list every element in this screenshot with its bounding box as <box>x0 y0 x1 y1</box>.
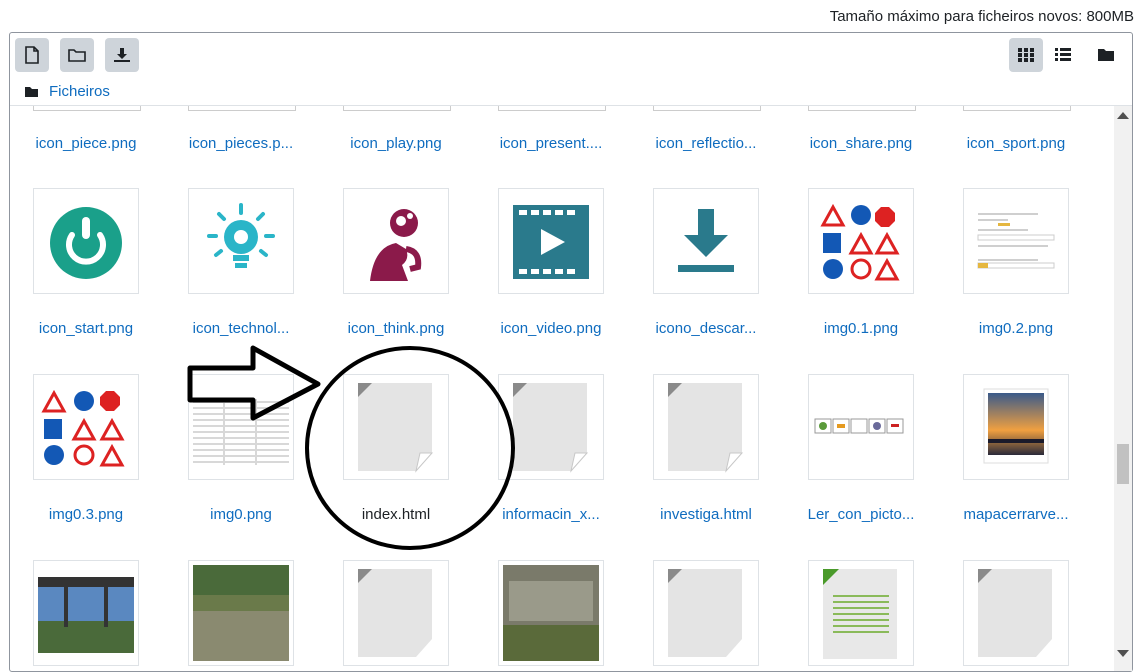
vertical-scrollbar[interactable] <box>1114 106 1132 671</box>
folder-icon <box>1098 49 1114 61</box>
file-name[interactable]: icon_play.png <box>326 135 466 152</box>
file-name[interactable]: icon_think.png <box>326 320 466 337</box>
file-grid: icon_piece.png icon_pieces.p... icon_pla… <box>10 106 1132 671</box>
file-name-index[interactable]: index.html <box>326 506 466 523</box>
file-name[interactable]: Ler_con_picto... <box>791 506 931 523</box>
thinking-person-icon <box>370 209 422 281</box>
file-thumbnail[interactable] <box>33 374 139 480</box>
breadcrumb: Ficheiros <box>24 83 110 100</box>
file-name[interactable]: icon_reflectio... <box>636 135 776 152</box>
pictogram-preview-icon <box>814 418 904 434</box>
traffic-signs-icon <box>41 389 125 467</box>
file-name[interactable]: icon_technol... <box>171 320 311 337</box>
file-thumbnail[interactable] <box>808 374 914 480</box>
video-icon <box>513 205 589 279</box>
file-thumbnail[interactable] <box>808 188 914 294</box>
add-file-button[interactable] <box>15 38 49 72</box>
create-folder-button[interactable] <box>60 38 94 72</box>
thumbnail-partial <box>963 106 1071 111</box>
scroll-thumb[interactable] <box>1117 444 1129 484</box>
file-name[interactable]: img0.2.png <box>946 320 1086 337</box>
thumbnail-partial <box>33 106 141 111</box>
breadcrumb-folder-link[interactable]: Ficheiros <box>49 83 110 100</box>
file-name[interactable]: icon_video.png <box>481 320 621 337</box>
file-thumbnail[interactable] <box>343 188 449 294</box>
file-thumbnail[interactable] <box>498 560 604 666</box>
text-document-icon <box>823 569 897 659</box>
file-thumbnail[interactable] <box>498 374 604 480</box>
thumbnail-partial <box>343 106 451 111</box>
file-name[interactable]: img0.1.png <box>791 320 931 337</box>
thumbnail-partial <box>808 106 916 111</box>
file-thumbnail[interactable] <box>188 374 294 480</box>
landscape-photo-icon <box>38 577 134 653</box>
stone-photo-icon <box>503 565 599 661</box>
file-thumbnail[interactable] <box>963 374 1069 480</box>
file-name[interactable]: icono_descar... <box>636 320 776 337</box>
grid-view-icon <box>1018 48 1034 62</box>
file-thumbnail[interactable] <box>33 188 139 294</box>
traffic-signs-icon <box>820 203 900 281</box>
file-thumbnail[interactable] <box>963 560 1069 666</box>
max-file-size-text: Tamaño máximo para ficheiros novos: 800M… <box>829 8 1134 25</box>
spreadsheet-preview-icon <box>193 399 289 465</box>
generic-file-icon <box>358 383 434 473</box>
thumbnail-partial <box>498 106 606 111</box>
generic-file-icon <box>358 569 432 657</box>
file-thumbnail[interactable] <box>343 560 449 666</box>
folder-icon <box>25 86 38 97</box>
thumbnail-partial <box>653 106 761 111</box>
add-file-icon <box>25 46 39 64</box>
file-name[interactable]: icon_start.png <box>16 320 156 337</box>
file-name[interactable]: icon_present.... <box>481 135 621 152</box>
create-folder-icon <box>68 49 86 62</box>
file-thumbnail[interactable] <box>653 374 759 480</box>
generic-file-icon <box>978 569 1052 657</box>
file-thumbnail[interactable] <box>808 560 914 666</box>
download-icon <box>678 209 734 272</box>
document-preview-icon <box>977 213 1055 269</box>
file-thumbnail[interactable] <box>963 188 1069 294</box>
file-name[interactable]: img0.png <box>171 506 311 523</box>
download-all-button[interactable] <box>105 38 139 72</box>
tree-view-button[interactable] <box>1089 38 1123 72</box>
file-thumbnail[interactable] <box>653 188 759 294</box>
light-bulb-gear-icon <box>207 203 275 268</box>
generic-file-icon <box>513 383 589 473</box>
list-view-button[interactable] <box>1046 38 1080 72</box>
power-icon <box>50 207 122 279</box>
grid-view-button[interactable] <box>1009 38 1043 72</box>
download-icon <box>114 48 130 62</box>
scroll-down-arrow-icon[interactable] <box>1117 650 1129 657</box>
file-thumbnail[interactable] <box>498 188 604 294</box>
file-thumbnail[interactable] <box>188 188 294 294</box>
scroll-up-arrow-icon[interactable] <box>1117 112 1129 119</box>
generic-file-icon <box>668 569 742 657</box>
file-thumbnail[interactable] <box>33 560 139 666</box>
file-manager: Ficheiros icon_piece.png icon_pieces.p..… <box>9 32 1133 672</box>
file-name[interactable]: icon_share.png <box>791 135 931 152</box>
list-view-icon <box>1055 48 1071 61</box>
file-name[interactable]: mapacerrarve... <box>946 506 1086 523</box>
thumbnail-partial <box>188 106 296 111</box>
file-name[interactable]: icon_pieces.p... <box>171 135 311 152</box>
file-thumbnail[interactable] <box>343 374 449 480</box>
file-manager-toolbar: Ficheiros <box>10 33 1132 106</box>
file-name[interactable]: icon_piece.png <box>16 135 156 152</box>
file-name[interactable]: informacin_x... <box>481 506 621 523</box>
generic-file-icon <box>668 383 744 473</box>
file-name[interactable]: icon_sport.png <box>946 135 1086 152</box>
file-thumbnail[interactable] <box>188 560 294 666</box>
sunset-photo-icon <box>983 388 1049 464</box>
file-thumbnail[interactable] <box>653 560 759 666</box>
file-name[interactable]: investiga.html <box>636 506 776 523</box>
file-name[interactable]: img0.3.png <box>16 506 156 523</box>
forest-photo-icon <box>193 565 289 661</box>
